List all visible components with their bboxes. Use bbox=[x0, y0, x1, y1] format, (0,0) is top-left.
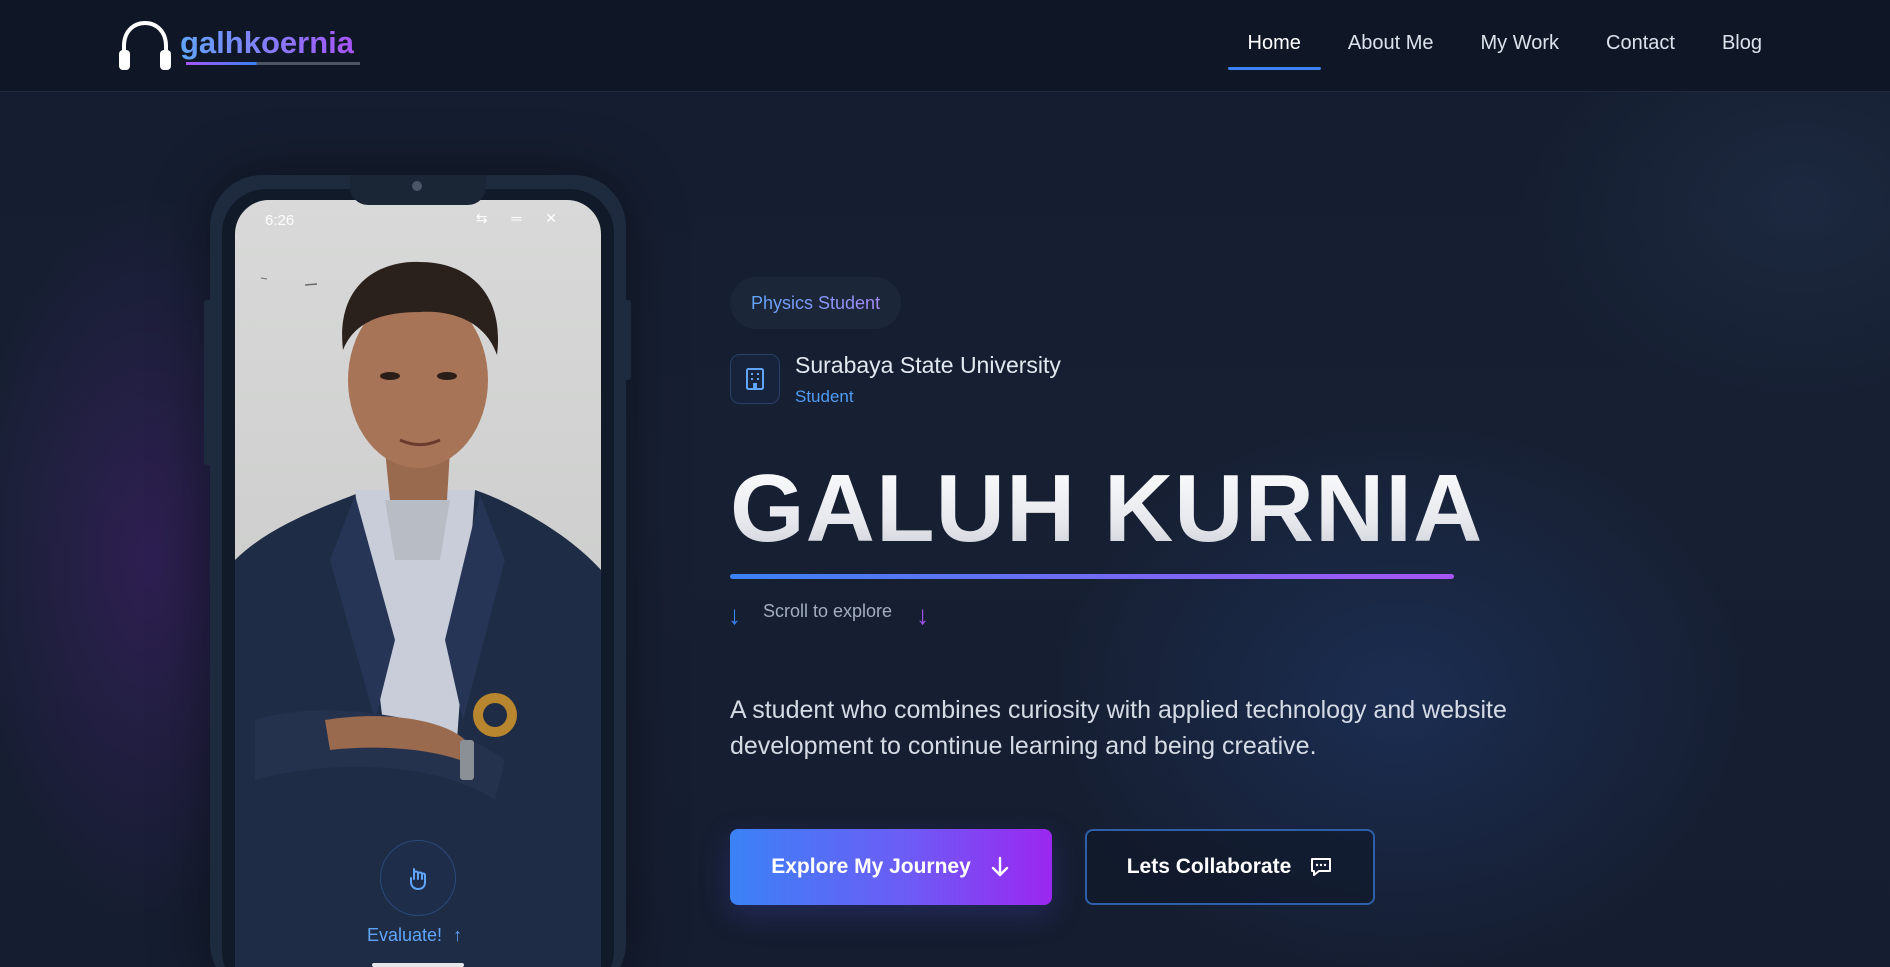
phone-power-button bbox=[623, 300, 631, 380]
hero-title: GALUH KURNIA bbox=[730, 455, 1484, 562]
hero-description: A student who combines curiosity with ap… bbox=[730, 696, 1507, 760]
explore-journey-button[interactable]: Explore My Journey bbox=[730, 829, 1052, 905]
nav-about-me[interactable]: About Me bbox=[1348, 32, 1434, 55]
nav-contact[interactable]: Contact bbox=[1606, 32, 1675, 55]
site-header: galhkoernia Home About Me My Work Contac… bbox=[0, 0, 1890, 92]
role-badge: Physics Student bbox=[730, 277, 902, 329]
logo[interactable]: galhkoernia bbox=[116, 18, 354, 74]
chat-icon bbox=[1309, 855, 1333, 879]
evaluate-label[interactable]: Evaluate! ↑ bbox=[367, 925, 462, 946]
scroll-hint[interactable]: ↓ Scroll to explore ↓ bbox=[728, 600, 929, 631]
arrow-down-icon: ↓ bbox=[728, 600, 741, 630]
headphones-icon bbox=[119, 20, 171, 70]
university-name: Surabaya State University bbox=[795, 352, 1061, 378]
phone-notch bbox=[350, 175, 486, 205]
phone-home-indicator bbox=[372, 963, 464, 967]
arrow-down-icon: ↓ bbox=[916, 600, 930, 630]
logo-text: galhkoernia bbox=[180, 25, 354, 60]
evaluate-button[interactable] bbox=[380, 840, 456, 916]
arrow-up-icon: ↑ bbox=[453, 925, 463, 945]
main-nav: Home About Me My Work Contact Blog bbox=[1201, 32, 1762, 70]
nav-my-work[interactable]: My Work bbox=[1481, 32, 1560, 55]
hand-tap-icon bbox=[410, 868, 426, 891]
phone-side-button bbox=[204, 300, 212, 465]
hero-underline bbox=[730, 574, 1454, 579]
scroll-text: Scroll to explore bbox=[763, 601, 893, 621]
building-icon bbox=[730, 354, 780, 404]
collaborate-button[interactable]: Lets Collaborate bbox=[1085, 829, 1375, 905]
logo-underline bbox=[186, 62, 360, 65]
nav-home[interactable]: Home bbox=[1227, 32, 1322, 70]
front-camera bbox=[412, 181, 422, 191]
university-role: Student bbox=[795, 387, 854, 406]
nav-blog[interactable]: Blog bbox=[1722, 32, 1762, 55]
arrow-down-icon bbox=[989, 855, 1011, 879]
